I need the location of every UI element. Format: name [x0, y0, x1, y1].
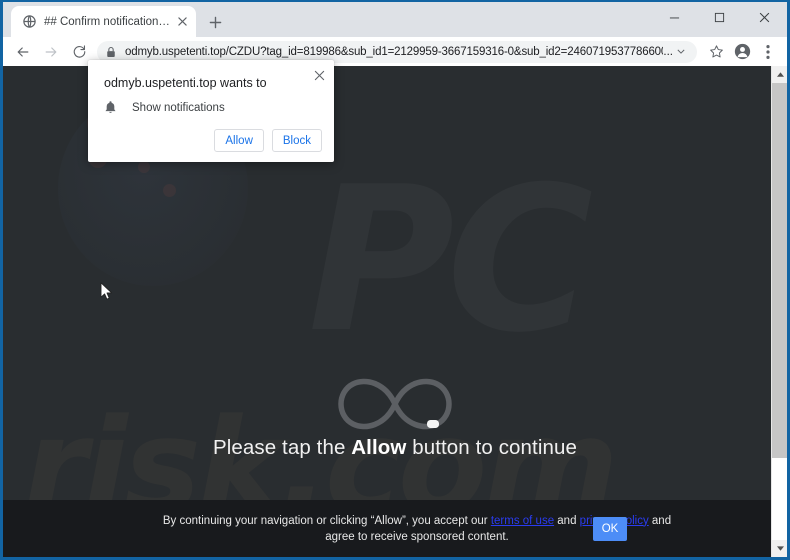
consent-text: By continuing your navigation or clickin… [115, 513, 675, 545]
scrollbar-down-arrow-icon[interactable] [772, 540, 787, 557]
page-headline: Please tap the Allow button to continue [3, 436, 787, 460]
dialog-actions: Allow Block [214, 129, 322, 152]
allow-button[interactable]: Allow [214, 129, 264, 152]
url-truncation-ellipsis: ... [663, 45, 673, 58]
window-minimize-button[interactable] [652, 2, 697, 33]
three-dot-menu-icon[interactable] [755, 39, 781, 65]
dialog-permission-option: Show notifications [104, 100, 225, 115]
watermark-dot [163, 184, 176, 197]
dialog-title: odmyb.uspetenti.top wants to [104, 76, 267, 90]
browser-window: ## Confirm notifications ## odmyb.uspete… [0, 0, 790, 560]
consent-bar: By continuing your navigation or clickin… [3, 500, 787, 557]
tab-confirm-notifications[interactable]: ## Confirm notifications ## [11, 6, 196, 37]
account-avatar-icon[interactable] [729, 39, 755, 65]
scrollbar-thumb[interactable] [772, 83, 787, 458]
browser-chrome: ## Confirm notifications ## odmyb.uspete… [3, 2, 787, 66]
dialog-close-icon[interactable] [308, 64, 330, 86]
mouse-pointer-icon [100, 282, 113, 301]
bookmark-star-icon[interactable] [703, 39, 729, 65]
forward-button[interactable] [37, 38, 65, 66]
headline-suffix: button to continue [406, 436, 578, 459]
scrollbar-up-arrow-icon[interactable] [772, 66, 787, 83]
new-tab-button[interactable] [203, 10, 227, 34]
tab-strip: ## Confirm notifications ## [3, 2, 787, 37]
globe-icon [21, 14, 37, 30]
dialog-permission-label: Show notifications [132, 101, 225, 114]
consent-text-part2: and [554, 514, 580, 527]
bell-icon [104, 100, 120, 115]
chevron-down-icon[interactable] [677, 47, 687, 56]
back-button[interactable] [9, 38, 37, 66]
watermark-dot [138, 161, 150, 173]
headline-emphasis: Allow [351, 436, 407, 459]
lock-icon [106, 46, 118, 58]
consent-ok-button[interactable]: OK [593, 516, 627, 541]
tab-close-icon[interactable] [174, 14, 190, 30]
notification-permission-dialog: odmyb.uspetenti.top wants to Show notifi… [88, 60, 334, 162]
terms-of-use-link[interactable]: terms of use [491, 515, 554, 527]
infinity-loading-spinner-icon [325, 366, 465, 442]
tab-title: ## Confirm notifications ## [44, 15, 174, 28]
watermark-text-primary: PC [308, 161, 585, 361]
consent-text-part1: By continuing your navigation or clickin… [162, 514, 491, 527]
page-scrollbar[interactable] [771, 66, 787, 557]
url-text: odmyb.uspetenti.top/CZDU?tag_id=819986&s… [125, 45, 664, 58]
window-maximize-button[interactable] [697, 2, 742, 33]
headline-prefix: Please tap the [212, 436, 352, 459]
block-button[interactable]: Block [271, 129, 322, 152]
window-close-button[interactable] [742, 2, 787, 33]
